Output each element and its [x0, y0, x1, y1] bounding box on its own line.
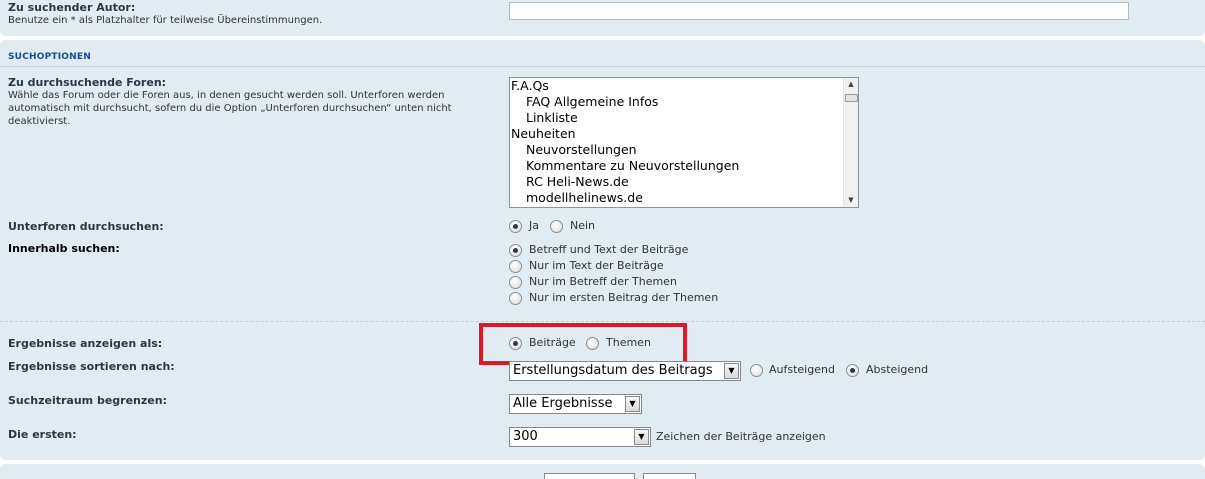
section-title: Suchoptionen [8, 52, 91, 62]
forum-option[interactable]: Linkliste [510, 110, 858, 126]
sort-by-value: Erstellungsdatum des Beitrags [513, 363, 713, 378]
search-within-radio[interactable] [509, 244, 522, 257]
display-as-label: Ergebnisse anzeigen als: [8, 337, 163, 350]
sort-descending-radio[interactable] [846, 364, 859, 377]
forum-option[interactable]: FAQ Allgemeine Infos [510, 94, 858, 110]
search-within-option-label: Nur im Betreff der Themen [529, 275, 677, 288]
sort-descending-label: Absteigend [866, 363, 929, 376]
subforums-no-label: Nein [570, 219, 596, 232]
search-within-radio[interactable] [509, 276, 522, 289]
search-within-radio[interactable] [509, 292, 522, 305]
forum-option[interactable]: Kommentare zu Neuvorstellungen [510, 158, 858, 174]
chevron-down-icon[interactable]: ▼ [634, 429, 649, 445]
forum-option[interactable]: Neuvorstellungen [510, 142, 858, 158]
reset-button[interactable] [643, 473, 696, 479]
author-input[interactable] [509, 2, 1129, 20]
first-chars-suffix: Zeichen der Beiträge anzeigen [656, 430, 826, 443]
sort-by-label: Ergebnisse sortieren nach: [8, 360, 175, 373]
forum-option[interactable]: Neuheiten [510, 126, 858, 142]
forums-scrollbar[interactable]: ▲ ▼ [843, 78, 858, 207]
search-within-option-label: Nur im ersten Beitrag der Themen [529, 291, 719, 304]
arrow-down-icon[interactable]: ▼ [844, 194, 858, 207]
forums-explain: Wähle das Forum oder die Foren aus, in d… [8, 90, 452, 127]
forum-option[interactable]: F.A.Qs [510, 78, 858, 94]
first-chars-select[interactable]: 300 ▼ [509, 427, 651, 447]
author-explain: Benutze ein * als Platzhalter für teilwe… [8, 15, 323, 26]
sort-ascending-radio[interactable] [750, 364, 763, 377]
search-button[interactable] [544, 473, 635, 479]
sort-ascending-label: Aufsteigend [769, 363, 835, 376]
chevron-down-icon[interactable]: ▼ [625, 396, 640, 412]
forums-listbox[interactable]: F.A.Qs FAQ Allgemeine Infos Linkliste Neuhe… [509, 77, 859, 208]
subforums-no-radio[interactable] [550, 220, 563, 233]
highlight-box [479, 323, 687, 365]
dashed-divider [0, 321, 1205, 322]
scrollbar-thumb[interactable] [845, 94, 858, 102]
search-within-radio[interactable] [509, 260, 522, 273]
chevron-down-icon[interactable]: ▼ [724, 363, 739, 379]
search-within-option-label: Nur im Text der Beiträge [529, 259, 664, 272]
first-chars-label: Die ersten: [8, 428, 77, 441]
time-limit-value: Alle Ergebnisse [513, 396, 613, 411]
forums-label: Zu durchsuchende Foren: [8, 76, 167, 89]
arrow-up-icon[interactable]: ▲ [844, 78, 858, 91]
first-chars-value: 300 [513, 429, 538, 444]
subforums-yes-radio[interactable] [509, 220, 522, 233]
sort-by-select[interactable]: Erstellungsdatum des Beitrags ▼ [509, 361, 741, 381]
section-divider [0, 66, 1205, 67]
forum-option[interactable]: modellhelinews.de [510, 190, 858, 206]
subforums-yes-label: Ja [529, 219, 539, 232]
search-within-option-label: Betreff und Text der Beiträge [529, 243, 689, 256]
forum-option[interactable]: RC Heli-News.de [510, 174, 858, 190]
subforums-label: Unterforen durchsuchen: [8, 220, 164, 233]
time-limit-select[interactable]: Alle Ergebnisse ▼ [509, 394, 642, 414]
time-limit-label: Suchzeitraum begrenzen: [8, 394, 167, 407]
author-label: Zu suchender Autor: [8, 1, 136, 14]
search-within-label: Innerhalb suchen: [8, 242, 120, 255]
